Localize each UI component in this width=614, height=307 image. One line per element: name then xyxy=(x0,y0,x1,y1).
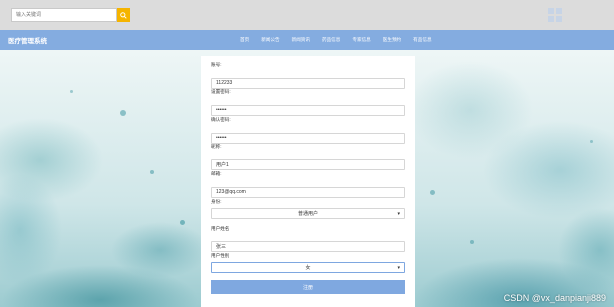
nickname-field: 昵称: xyxy=(211,144,405,171)
gender-label: 用户性别 xyxy=(211,253,230,258)
email-input[interactable] xyxy=(211,186,405,198)
gender-select[interactable]: 女 ▾ xyxy=(211,262,405,273)
grid-menu-icon[interactable] xyxy=(548,8,563,23)
gender-value: 女 xyxy=(305,265,311,271)
realname-field: 用户姓名 xyxy=(211,226,405,253)
confirm-password-label: 确认密码: xyxy=(211,117,231,122)
confirm-password-input[interactable] xyxy=(211,132,405,144)
identity-field: 身份: 普通用户 ▾ xyxy=(211,199,405,219)
nav-item-products[interactable]: 有品信息 xyxy=(413,37,431,43)
register-button-label: 注册 xyxy=(302,284,313,291)
search-bar xyxy=(11,8,130,22)
password-label: 设置密码: xyxy=(211,89,231,94)
nav-item-drugs[interactable]: 药品信息 xyxy=(322,37,340,43)
register-button[interactable]: 注册 xyxy=(211,280,405,294)
nickname-label: 昵称: xyxy=(211,144,222,149)
email-label: 邮箱: xyxy=(211,171,222,176)
main-nav: 首页 新闻公告 新闻资讯 药品信息 专家信息 医生预约 有品信息 xyxy=(240,37,432,43)
nav-item-appointments[interactable]: 医生预约 xyxy=(383,37,401,43)
nav-item-announcements[interactable]: 新闻公告 xyxy=(261,37,279,43)
gender-field: 用户性别 女 ▾ xyxy=(211,253,405,273)
password-input[interactable] xyxy=(211,104,405,116)
realname-label: 用户姓名 xyxy=(211,226,230,231)
top-bar xyxy=(0,0,614,30)
search-input[interactable] xyxy=(11,8,117,22)
identity-label: 身份: xyxy=(211,199,222,204)
nav-item-home[interactable]: 首页 xyxy=(240,37,249,43)
account-field: 账号: xyxy=(211,62,405,89)
nav-item-news[interactable]: 新闻资讯 xyxy=(292,37,310,43)
search-button[interactable] xyxy=(117,8,130,22)
site-title: 医疗管理系统 xyxy=(8,38,47,45)
nav-bar: 医疗管理系统 首页 新闻公告 新闻资讯 药品信息 专家信息 医生预约 有品信息 xyxy=(0,30,614,50)
identity-select[interactable]: 普通用户 ▾ xyxy=(211,208,405,219)
chevron-down-icon: ▾ xyxy=(397,211,400,217)
nickname-input[interactable] xyxy=(211,159,405,170)
account-input[interactable] xyxy=(211,77,405,89)
chevron-down-icon: ▾ xyxy=(397,265,400,271)
realname-input[interactable] xyxy=(211,241,405,252)
identity-value: 普通用户 xyxy=(297,211,318,217)
watermark: CSDN @vx_danpianji889 xyxy=(503,293,606,303)
nav-item-experts[interactable]: 专家信息 xyxy=(352,37,370,43)
email-field: 邮箱: xyxy=(211,171,405,198)
confirm-password-field: 确认密码: xyxy=(211,117,405,144)
account-label: 账号: xyxy=(211,62,222,67)
password-field: 设置密码: xyxy=(211,89,405,116)
search-icon xyxy=(120,11,127,19)
register-form: 账号: 设置密码: 确认密码: 昵称: 邮箱: 身份: 普通用户 ▾ 用户姓名 … xyxy=(201,56,415,307)
